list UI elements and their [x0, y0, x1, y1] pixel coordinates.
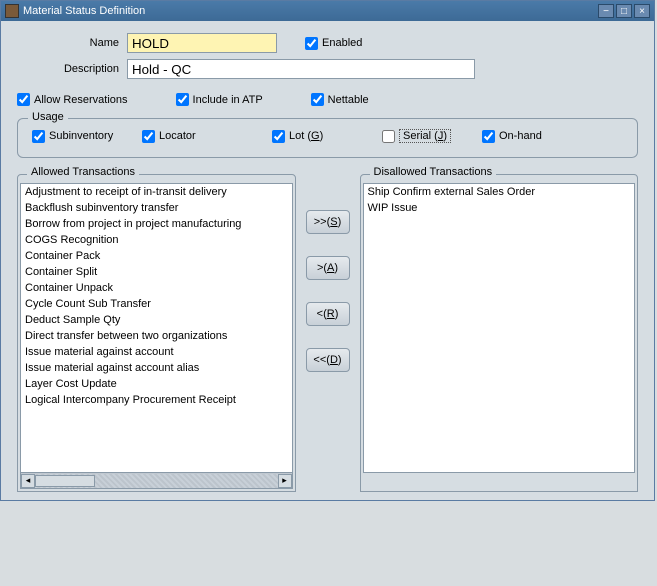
usage-fieldset: Usage Subinventory Locator Lot (G) Seria…	[17, 118, 638, 158]
window-icon	[5, 4, 19, 18]
list-item[interactable]: Borrow from project in project manufactu…	[21, 216, 292, 232]
maximize-button[interactable]: □	[616, 4, 632, 18]
disallowed-transactions-panel: Disallowed Transactions Ship Confirm ext…	[360, 174, 639, 492]
window-title: Material Status Definition	[23, 5, 598, 17]
disallowed-transactions-list[interactable]: Ship Confirm external Sales OrderWIP Iss…	[363, 183, 636, 473]
disallowed-legend: Disallowed Transactions	[370, 166, 497, 178]
allowed-transactions-panel: Allowed Transactions Adjustment to recei…	[17, 174, 296, 492]
list-item[interactable]: Direct transfer between two organization…	[21, 328, 292, 344]
locator-checkbox[interactable]: Locator	[142, 130, 272, 143]
allowed-hscroll[interactable]: ◂ ▸	[20, 473, 293, 489]
enabled-checkbox[interactable]: Enabled	[305, 37, 362, 50]
list-item[interactable]: Container Pack	[21, 248, 292, 264]
description-label: Description	[17, 63, 127, 75]
move-all-left-button[interactable]: <<(D)	[306, 348, 350, 372]
close-button[interactable]: ×	[634, 4, 650, 18]
move-all-right-button[interactable]: >>(S)	[306, 210, 350, 234]
move-one-left-button[interactable]: <(R)	[306, 302, 350, 326]
lot-checkbox[interactable]: Lot (G)	[272, 130, 382, 143]
content-area: Name Enabled Description Allow Reservati…	[1, 21, 654, 500]
list-item[interactable]: Container Unpack	[21, 280, 292, 296]
name-input[interactable]	[127, 33, 277, 53]
description-input[interactable]	[127, 59, 475, 79]
onhand-checkbox[interactable]: On-hand	[482, 130, 592, 143]
minimize-button[interactable]: −	[598, 4, 614, 18]
list-item[interactable]: Layer Cost Update	[21, 376, 292, 392]
list-item[interactable]: Cycle Count Sub Transfer	[21, 296, 292, 312]
allowed-transactions-list[interactable]: Adjustment to receipt of in-transit deli…	[20, 183, 293, 473]
window: Material Status Definition − □ × Name En…	[0, 0, 655, 501]
shuttle-buttons: >>(S) >(A) <(R) <<(D)	[304, 174, 352, 492]
list-item[interactable]: Deduct Sample Qty	[21, 312, 292, 328]
name-label: Name	[17, 37, 127, 49]
list-item[interactable]: Ship Confirm external Sales Order	[364, 184, 635, 200]
list-item[interactable]: Backflush subinventory transfer	[21, 200, 292, 216]
list-item[interactable]: COGS Recognition	[21, 232, 292, 248]
list-item[interactable]: Logical Intercompany Procurement Receipt	[21, 392, 292, 408]
scroll-left-icon[interactable]: ◂	[21, 474, 35, 488]
move-one-right-button[interactable]: >(A)	[306, 256, 350, 280]
list-item[interactable]: Issue material against account alias	[21, 360, 292, 376]
list-item[interactable]: Container Split	[21, 264, 292, 280]
usage-legend: Usage	[28, 111, 68, 123]
list-item[interactable]: Adjustment to receipt of in-transit deli…	[21, 184, 292, 200]
subinventory-checkbox[interactable]: Subinventory	[32, 130, 142, 143]
allow-reservations-checkbox[interactable]: Allow Reservations	[17, 93, 128, 106]
list-item[interactable]: WIP Issue	[364, 200, 635, 216]
allowed-legend: Allowed Transactions	[27, 166, 139, 178]
include-atp-checkbox[interactable]: Include in ATP	[176, 93, 263, 106]
titlebar: Material Status Definition − □ ×	[1, 1, 654, 21]
nettable-checkbox[interactable]: Nettable	[311, 93, 369, 106]
scroll-right-icon[interactable]: ▸	[278, 474, 292, 488]
list-item[interactable]: Issue material against account	[21, 344, 292, 360]
serial-checkbox[interactable]: Serial (J)	[382, 129, 482, 143]
